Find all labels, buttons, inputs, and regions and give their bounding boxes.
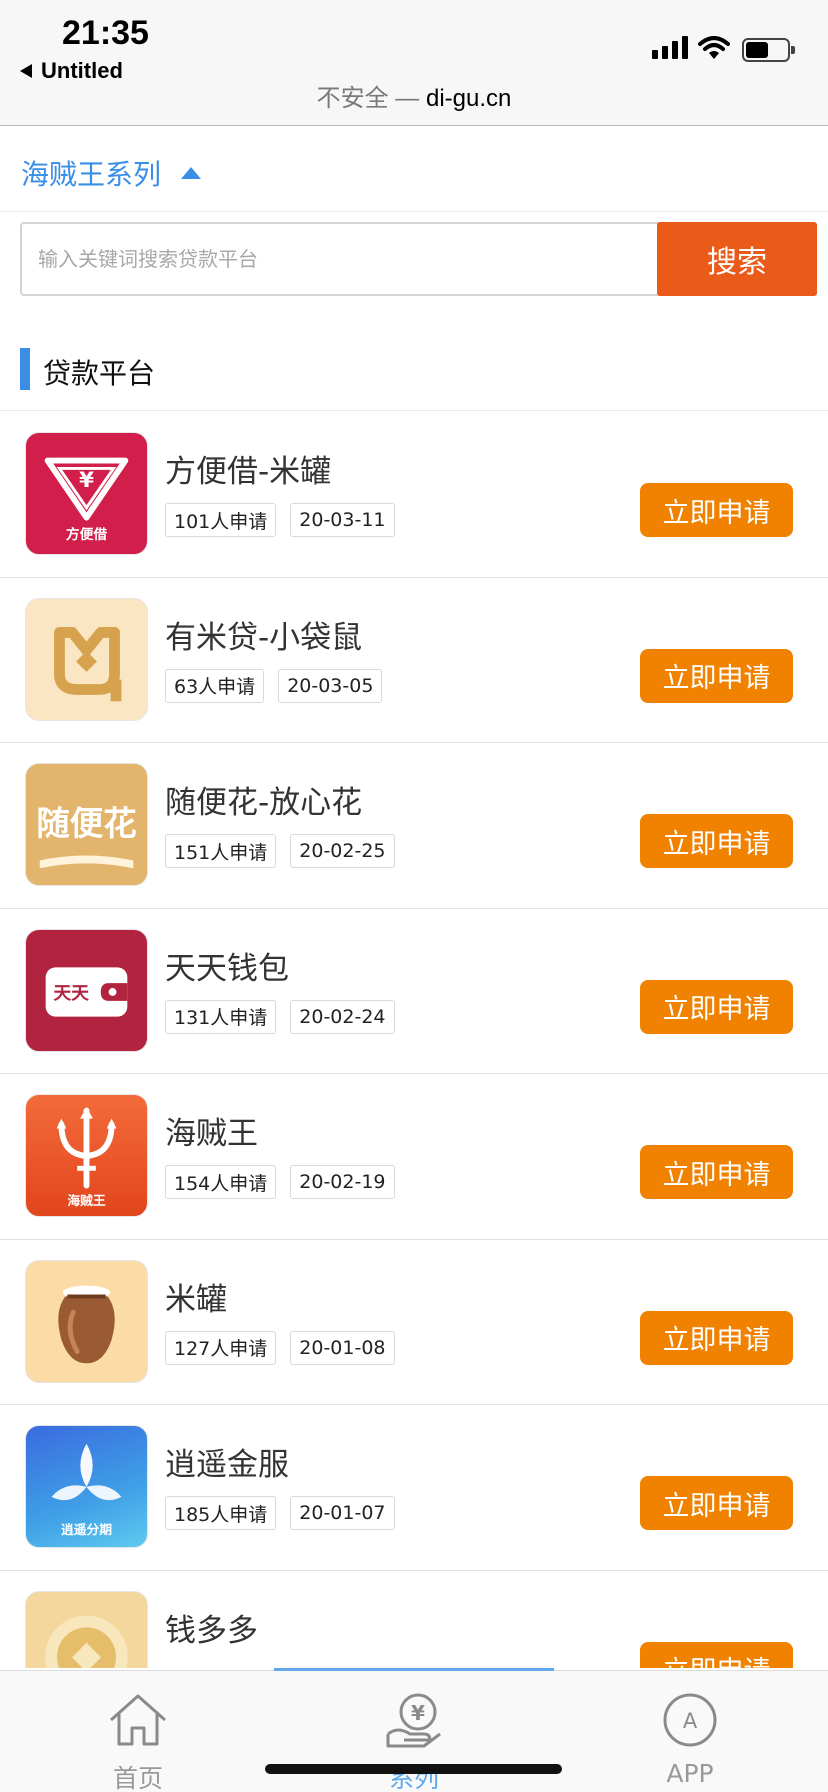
- apply-button[interactable]: 立即申请: [640, 483, 793, 537]
- series-label: 海贼王系列: [21, 157, 162, 191]
- loan-name: 随便花-放心花: [165, 785, 363, 821]
- loan-item[interactable]: 有米贷-小袋鼠 63人申请 20-03-05 立即申请: [0, 578, 828, 743]
- apply-button[interactable]: 立即申请: [640, 814, 793, 868]
- applicants-badge: 63人申请: [165, 668, 265, 703]
- applicants-badge: 131人申请: [165, 999, 277, 1034]
- date-badge: 20-02-24: [290, 999, 395, 1034]
- back-arrow-icon: [20, 64, 32, 78]
- section-title: 贷款平台: [43, 357, 156, 390]
- loan-item[interactable]: 逍遥分期 逍遥金服 185人申请 20-01-07 立即申请: [0, 1405, 828, 1571]
- loan-item[interactable]: 钱多多 立即申请: [0, 1571, 828, 1668]
- date-badge: 20-03-11: [290, 503, 395, 537]
- search-bar: 搜索: [20, 222, 817, 296]
- signal-icon: [652, 36, 688, 59]
- date-badge: 20-02-25: [290, 834, 395, 868]
- apply-button[interactable]: 立即申请: [640, 1476, 793, 1530]
- svg-text:海贼王: 海贼王: [67, 1193, 106, 1209]
- applicants-badge: 154人申请: [165, 1165, 277, 1199]
- svg-text:天天: 天天: [54, 983, 90, 1003]
- loan-item[interactable]: ¥ 方便借 方便借-米罐 101人申请 20-03-11 立即申请: [0, 412, 828, 578]
- loan-item[interactable]: 随便花 随便花-放心花 151人申请 20-02-25 立即申请: [0, 743, 828, 909]
- loan-name: 方便借-米罐: [165, 454, 332, 490]
- svg-text:方便借: 方便借: [66, 526, 108, 543]
- tab-app[interactable]: A APP: [620, 1687, 760, 1788]
- apply-button[interactable]: 立即申请: [640, 1641, 793, 1668]
- search-button[interactable]: 搜索: [657, 222, 817, 296]
- loan-name: 米罐: [165, 1281, 227, 1318]
- wifi-icon: [698, 36, 730, 59]
- applicants-badge: 101人申请: [165, 503, 277, 537]
- battery-icon: [742, 38, 795, 62]
- date-badge: 20-03-05: [278, 668, 383, 703]
- svg-text:随便花: 随便花: [36, 804, 136, 843]
- loan-name: 海贼王: [165, 1116, 258, 1152]
- fangbianjie-logo: ¥ 方便借: [25, 432, 148, 555]
- date-badge: 20-01-08: [290, 1330, 395, 1365]
- tab-app-label: APP: [666, 1759, 714, 1788]
- apply-button[interactable]: 立即申请: [640, 1310, 793, 1365]
- youmidai-logo: [25, 597, 148, 721]
- tab-home[interactable]: 首页: [68, 1687, 208, 1792]
- series-selector[interactable]: 海贼王系列: [0, 134, 828, 212]
- status-time: 21:35: [62, 14, 149, 52]
- applicants-badge: 185人申请: [165, 1496, 277, 1530]
- tiantian-wallet-logo: 天天: [25, 928, 148, 1052]
- search-input[interactable]: [22, 224, 662, 294]
- loan-name: 有米贷-小袋鼠: [165, 619, 363, 656]
- home-icon: [110, 1694, 166, 1746]
- loan-item[interactable]: 海贼王 海贼王 154人申请 20-02-19 立即申请: [0, 1074, 828, 1240]
- svg-text:逍遥分期: 逍遥分期: [61, 1522, 112, 1538]
- caret-up-icon: [181, 166, 202, 179]
- section-header: 贷款平台: [0, 348, 828, 411]
- svg-text:A: A: [683, 1709, 698, 1733]
- app-store-icon: A: [663, 1693, 717, 1747]
- miguan-jar-logo: [25, 1259, 148, 1383]
- haizeiwang-trident-logo: 海贼王: [25, 1094, 148, 1217]
- loan-list: ¥ 方便借 方便借-米罐 101人申请 20-03-11 立即申请 有米贷-小袋…: [0, 412, 828, 1668]
- url-domain: di-gu.cn: [425, 85, 512, 112]
- tab-home-label: 首页: [112, 1764, 163, 1792]
- loan-item[interactable]: 天天 天天钱包 131人申请 20-02-24 立即申请: [0, 909, 828, 1074]
- loan-item[interactable]: 米罐 127人申请 20-01-08 立即申请: [0, 1240, 828, 1405]
- status-bar: 21:35 Untitled 不安全 — di-gu.cn: [0, 0, 828, 126]
- yen-hand-icon: ¥: [386, 1693, 441, 1748]
- loan-name: 天天钱包: [165, 950, 289, 987]
- loan-name: 钱多多: [165, 1612, 258, 1649]
- applicants-badge: 151人申请: [165, 834, 277, 868]
- apply-button[interactable]: 立即申请: [640, 979, 793, 1034]
- apply-button[interactable]: 立即申请: [640, 648, 793, 703]
- active-tab-indicator: [274, 1668, 554, 1671]
- svg-text:¥: ¥: [79, 468, 94, 493]
- apply-button[interactable]: 立即申请: [640, 1145, 793, 1199]
- loan-name: 逍遥金服: [165, 1447, 289, 1483]
- address-bar[interactable]: 不安全 — di-gu.cn: [0, 78, 828, 113]
- suibianhua-logo: 随便花: [25, 763, 148, 886]
- home-indicator: [265, 1764, 562, 1774]
- date-badge: 20-02-19: [290, 1165, 395, 1199]
- xiaoyao-flower-logo: 逍遥分期: [25, 1425, 148, 1548]
- qianduoduo-coin-logo: [25, 1590, 148, 1668]
- applicants-badge: 127人申请: [165, 1330, 277, 1365]
- date-badge: 20-01-07: [290, 1496, 395, 1530]
- tab-series[interactable]: ¥ 系列: [344, 1687, 484, 1792]
- url-security-label: 不安全 —: [316, 85, 420, 112]
- svg-text:¥: ¥: [411, 1701, 425, 1725]
- section-accent-bar: [20, 348, 30, 390]
